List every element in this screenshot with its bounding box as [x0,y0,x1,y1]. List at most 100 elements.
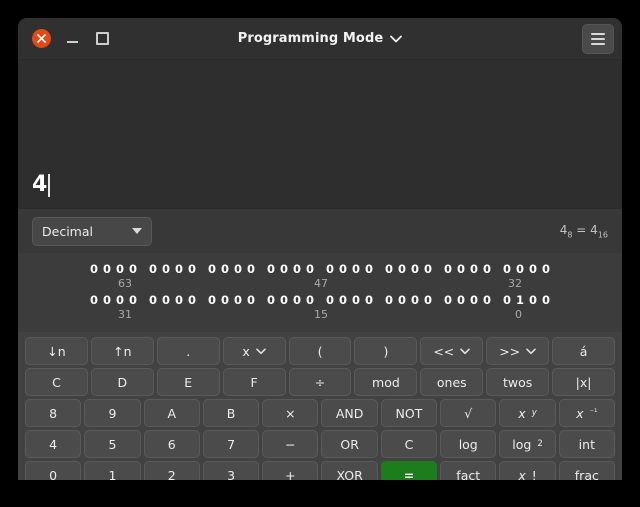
bit-toggle[interactable]: 0 [365,262,373,276]
xor-button[interactable]: XOR [321,461,378,480]
bit-toggle[interactable]: 0 [385,262,393,276]
digit-3-button[interactable]: 3 [202,461,260,480]
bit-toggle[interactable]: 0 [162,293,170,307]
shift-right-button[interactable]: >> [486,337,550,365]
bit-toggle[interactable]: 0 [103,293,111,307]
digit-2-button[interactable]: 2 [143,461,200,480]
bit-toggle[interactable]: 0 [247,262,255,276]
equals-button[interactable]: = [380,461,438,480]
bit-toggle[interactable]: 0 [208,293,216,307]
bit-toggle[interactable]: 0 [221,293,229,307]
hex-d-button[interactable]: D [90,368,154,396]
hex-c-button[interactable]: C [25,368,88,396]
bit-toggle[interactable]: 0 [116,293,124,307]
bit-toggle[interactable]: 0 [306,293,314,307]
bit-toggle[interactable]: 0 [129,293,137,307]
bit-toggle[interactable]: 0 [352,293,360,307]
bit-toggle[interactable]: 0 [542,293,550,307]
twos-complement-button[interactable]: twos [486,368,550,396]
modulus-button[interactable]: mod [354,368,418,396]
and-button[interactable]: AND [321,399,378,427]
bit-toggle[interactable]: 0 [503,293,511,307]
bit-toggle[interactable]: 0 [483,262,491,276]
bit-toggle[interactable]: 0 [457,293,465,307]
subtract-button[interactable]: − [262,430,319,458]
base-dropdown[interactable]: Decimal [32,216,152,246]
power-button[interactable]: xy [499,399,556,427]
bit-toggle[interactable]: 0 [234,262,242,276]
digit-1-button[interactable]: 1 [84,461,141,480]
bit-toggle[interactable]: 0 [424,262,432,276]
bit-toggle[interactable]: 0 [221,262,229,276]
bit-toggle[interactable]: 0 [339,293,347,307]
bit-toggle[interactable]: 0 [280,262,288,276]
bit-toggle[interactable]: 0 [234,293,242,307]
bit-toggle[interactable]: 0 [529,293,537,307]
variable-x-button[interactable]: x [222,337,286,365]
minimize-icon[interactable] [63,30,81,48]
bit-toggle[interactable]: 0 [208,262,216,276]
subscript-button[interactable]: ↓n [25,337,88,365]
or-button[interactable]: OR [321,430,378,458]
bit-toggle[interactable]: 0 [516,262,524,276]
bit-toggle[interactable]: 0 [293,262,301,276]
bit-toggle[interactable]: 0 [188,293,196,307]
fractional-part-button[interactable]: frac [558,461,615,480]
digit-8-button[interactable]: 8 [25,399,82,427]
bit-toggle[interactable]: 0 [398,293,406,307]
integer-part-button[interactable]: int [558,430,615,458]
chevron-down-icon[interactable] [390,35,403,43]
digit-0-button[interactable]: 0 [25,461,82,480]
clear-button[interactable]: C [380,430,438,458]
log-button[interactable]: log [440,430,497,458]
bit-toggle[interactable]: 0 [385,293,393,307]
bit-toggle[interactable]: 0 [247,293,255,307]
hex-f-button[interactable]: F [222,368,286,396]
hex-e-button[interactable]: E [156,368,220,396]
bit-toggle[interactable]: 0 [470,293,478,307]
hex-b-button[interactable]: B [202,399,260,427]
reciprocal-button[interactable]: x ⁻¹ [558,399,615,427]
bit-toggle[interactable]: 0 [398,262,406,276]
open-paren-button[interactable]: ( [288,337,352,365]
close-paren-button[interactable]: ) [354,337,418,365]
maximize-icon[interactable] [93,30,111,48]
bit-toggle[interactable]: 0 [457,262,465,276]
hex-a-button[interactable]: A [143,399,200,427]
bit-toggle[interactable]: 0 [293,293,301,307]
bit-toggle[interactable]: 0 [103,262,111,276]
digit-9-button[interactable]: 9 [84,399,141,427]
log-base-2-button[interactable]: log 2 [499,430,556,458]
multiply-button[interactable]: × [262,399,319,427]
bit-toggle[interactable]: 0 [306,262,314,276]
digit-6-button[interactable]: 6 [143,430,200,458]
superscript-button[interactable]: ↑n [90,337,154,365]
bit-toggle[interactable]: 0 [162,262,170,276]
bit-toggle[interactable]: 0 [470,262,478,276]
digit-5-button[interactable]: 5 [84,430,141,458]
bit-toggle[interactable]: 0 [326,293,334,307]
bit-toggle[interactable]: 0 [352,262,360,276]
bit-row-low[interactable]: 00000000000000000000000000000100 [32,293,608,307]
ones-complement-button[interactable]: ones [420,368,484,396]
not-button[interactable]: NOT [380,399,438,427]
bit-toggle[interactable]: 0 [267,293,275,307]
absolute-value-button[interactable]: |x| [552,368,616,396]
bit-toggle[interactable]: 0 [483,293,491,307]
store-variable-button[interactable]: á [552,337,616,365]
bit-toggle[interactable]: 0 [175,262,183,276]
digit-7-button[interactable]: 7 [202,430,260,458]
bit-toggle[interactable]: 0 [149,262,157,276]
bit-toggle[interactable]: 0 [503,262,511,276]
decimal-point-button[interactable]: . [156,337,220,365]
bit-toggle[interactable]: 0 [116,262,124,276]
bit-toggle[interactable]: 0 [267,262,275,276]
bit-toggle[interactable]: 0 [149,293,157,307]
bit-toggle[interactable]: 0 [339,262,347,276]
display-entry-line[interactable]: 4 [18,173,622,208]
bit-toggle[interactable]: 0 [365,293,373,307]
bit-row-high[interactable]: 00000000000000000000000000000000 [32,262,608,276]
bit-toggle[interactable]: 0 [444,293,452,307]
factorial-function-button[interactable]: fact [440,461,497,480]
add-button[interactable]: + [262,461,319,480]
